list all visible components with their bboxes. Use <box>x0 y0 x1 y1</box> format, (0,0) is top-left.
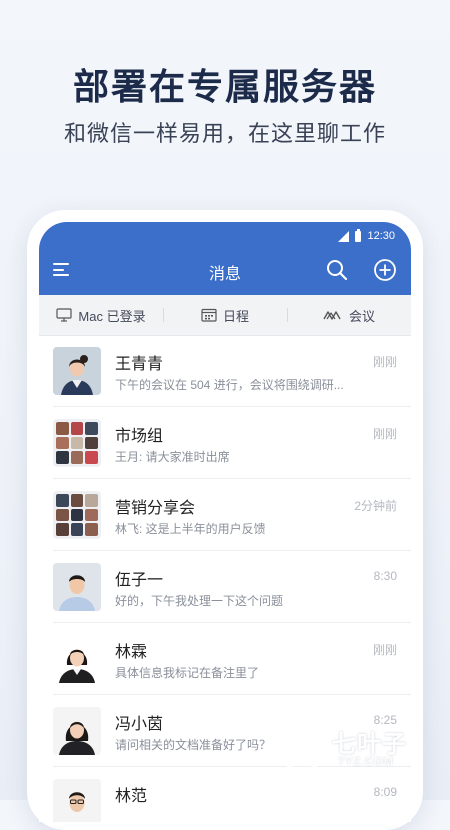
chat-name: 市场组 <box>115 428 164 445</box>
chat-time: 刚刚 <box>372 427 397 441</box>
quick-item-label: 日程 <box>222 308 249 324</box>
chat-preview: 林飞: 这是上半年的用户反馈 <box>115 522 266 536</box>
leaf-logo-icon <box>276 720 328 772</box>
monitor-icon <box>56 308 73 322</box>
avatar <box>53 563 101 611</box>
chat-name: 林霖 <box>115 644 148 661</box>
watermark: 七叶子 7YZ.COM <box>274 718 434 778</box>
chat-name: 冯小茵 <box>115 716 164 733</box>
quick-item-mac-login[interactable]: Mac 已登录 <box>39 306 163 325</box>
watermark-url: 7YZ.COM <box>338 756 394 768</box>
battery-icon <box>355 228 362 242</box>
chat-item[interactable]: 营销分享会 林飞: 这是上半年的用户反馈 2分钟前 <box>53 479 411 551</box>
chat-time: 8:09 <box>373 785 397 799</box>
chat-time: 2分钟前 <box>354 499 397 513</box>
chat-name: 林范 <box>115 788 148 805</box>
nav-bar: 消息 <box>39 250 411 290</box>
chat-item[interactable]: 市场组 王月: 请大家准时出席 刚刚 <box>53 407 411 479</box>
calendar-icon <box>201 308 217 322</box>
quick-item-meeting[interactable]: 会议 <box>287 306 411 325</box>
search-icon[interactable] <box>325 258 349 282</box>
page-title: 消息 <box>208 266 241 283</box>
status-time: 12:30 <box>367 230 395 242</box>
chat-preview: 具体信息我标记在备注里了 <box>115 666 260 680</box>
chat-item[interactable]: 伍子一 好的，下午我处理一下这个问题 8:30 <box>53 551 411 623</box>
hero-subtitle: 和微信一样易用，在这里聊工作 <box>63 121 386 146</box>
avatar <box>53 707 101 755</box>
chat-name: 王青青 <box>115 356 164 373</box>
watermark-brand: 七叶子 <box>332 731 407 758</box>
avatar <box>53 635 101 683</box>
group-avatar <box>53 419 101 467</box>
avatar <box>53 347 101 395</box>
avatar <box>53 779 101 822</box>
quick-item-label: 会议 <box>348 308 375 324</box>
chat-name: 伍子一 <box>115 572 164 589</box>
status-bar: 12:30 <box>338 227 395 245</box>
hero-title: 部署在专属服务器 <box>72 66 377 107</box>
chat-preview: 好的，下午我处理一下这个问题 <box>115 594 284 608</box>
quick-item-calendar[interactable]: 日程 <box>163 306 287 325</box>
meeting-icon <box>323 311 341 320</box>
chat-time: 刚刚 <box>372 643 397 657</box>
chat-time: 8:30 <box>373 569 397 583</box>
app-header: 12:30 消息 <box>39 222 411 295</box>
quick-actions-bar: Mac 已登录 日程 会议 <box>39 295 411 336</box>
quick-item-label: Mac 已登录 <box>78 308 146 324</box>
chat-preview: 下午的会议在 504 进行，会议将围绕调研... <box>115 378 344 392</box>
chat-item[interactable]: 林霖 具体信息我标记在备注里了 刚刚 <box>53 623 411 695</box>
chat-name: 营销分享会 <box>115 500 196 517</box>
chat-preview: 王月: 请大家准时出席 <box>115 450 230 464</box>
add-circle-icon[interactable] <box>373 258 397 282</box>
chat-time: 刚刚 <box>372 355 397 369</box>
signal-icon <box>338 230 350 242</box>
chat-item[interactable]: 王青青 下午的会议在 504 进行，会议将围绕调研... 刚刚 <box>53 335 411 407</box>
group-avatar <box>53 491 101 539</box>
